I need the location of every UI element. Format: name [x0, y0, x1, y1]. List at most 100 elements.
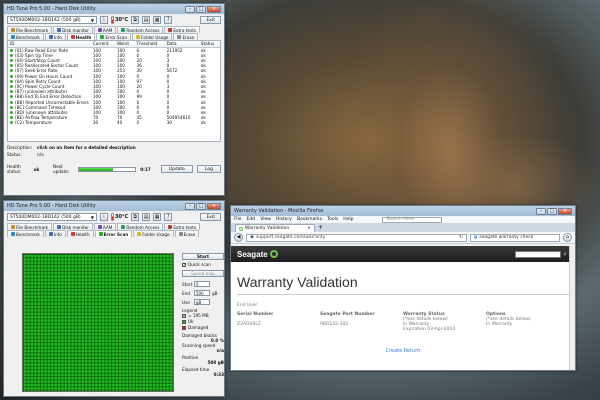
tab-health[interactable]: Health [66, 230, 94, 237]
menu-bar: File Edit View History Bookmarks Tools H… [231, 216, 575, 223]
scan-controls: Start ✓ Quick scan Speed map Start 0 End… [182, 253, 224, 377]
tab-aam[interactable]: AAM [93, 26, 117, 33]
help-icon[interactable]: ? [164, 16, 173, 24]
menu-tools[interactable]: Tools [327, 217, 338, 222]
menu-history[interactable]: History [276, 217, 292, 222]
end-field[interactable]: 500 [194, 290, 210, 296]
menu-file[interactable]: File [234, 217, 242, 222]
title-bar[interactable]: Warranty Validation - Mozilla Firefox – … [231, 206, 575, 216]
smart-table-panel[interactable]: ID Current Worst Threshold Data Status (… [7, 40, 221, 142]
table-row[interactable]: (C2) Temperature 30 40 0 30 ok [8, 120, 220, 125]
exit-button[interactable]: Exit [200, 16, 221, 24]
quick-scan-checkbox[interactable]: ✓ [182, 262, 186, 267]
back-icon[interactable]: ◀ [234, 233, 243, 242]
attribute-name: (C2) Temperature [15, 120, 52, 126]
end-unit: gB [212, 290, 218, 296]
log-button[interactable]: Log [196, 165, 222, 173]
minimize-button[interactable]: – [536, 207, 546, 215]
tab-error-scan[interactable]: Error Scan [96, 33, 132, 40]
minimize-button[interactable]: – [185, 5, 195, 13]
options-icon[interactable]: ▦ [153, 213, 162, 221]
close-button[interactable]: × [558, 207, 572, 215]
drive-select[interactable]: ST500DM002-1BD142 (500 gB) ▼ [7, 213, 97, 221]
start-button[interactable]: Start [182, 253, 224, 260]
update-button[interactable]: Update [160, 165, 193, 173]
status-ok-icon [10, 69, 13, 73]
use-select[interactable]: gB [194, 299, 210, 305]
tab-benchmark[interactable]: Benchmark [7, 33, 44, 40]
title-bar[interactable]: HD Tune Pro 5.00 - Hard Disk Utility – □… [4, 201, 224, 211]
save-icon[interactable]: ▤ [142, 16, 151, 24]
browser-tab[interactable]: Warranty Validation × [235, 224, 315, 232]
create-return-link[interactable]: Create Return [231, 348, 575, 354]
copy-icon[interactable]: ⧉ [131, 16, 140, 24]
tab-aam[interactable]: AAM [93, 223, 117, 230]
save-icon[interactable]: ▤ [142, 213, 151, 221]
hdtune-health-window: HD Tune Pro 5.00 - Hard Disk Utility – □… [3, 3, 225, 196]
exit-button[interactable]: Exit [200, 213, 221, 221]
tab-extra-tests[interactable]: Extra tests [164, 223, 201, 230]
tab-file-benchmark[interactable]: File Benchmark [7, 223, 53, 230]
site-search-box[interactable]: Search Here [382, 216, 443, 223]
browser-search-box[interactable]: g seagate warranty check [470, 233, 560, 242]
info-icon[interactable]: i [100, 16, 108, 24]
seagate-logo[interactable]: Seagate [237, 250, 278, 259]
tab-folder-usage[interactable]: Folder Usage [133, 230, 174, 237]
status-value: n/a [37, 152, 44, 157]
menu-bookmarks[interactable]: Bookmarks [297, 217, 322, 222]
close-button[interactable]: × [207, 202, 221, 210]
url-bar[interactable]: ◉ support.seagate.com/warranty ↻ [246, 233, 467, 242]
tab-erase[interactable]: Erase [174, 230, 200, 237]
tab-label: Health [75, 231, 90, 237]
tab-file-benchmark[interactable]: File Benchmark [7, 26, 53, 33]
tab-label: Disk monitor [62, 224, 89, 230]
tab-random-access[interactable]: Random Access [117, 26, 164, 33]
search-icon[interactable]: ⌕ [563, 250, 567, 259]
vertical-scrollbar[interactable] [569, 246, 575, 370]
legend-block-size: = 195 MB [188, 313, 209, 318]
use-label: Use [182, 299, 190, 305]
thermometer-icon [111, 16, 114, 24]
tab-random-access[interactable]: Random Access [117, 223, 164, 230]
drive-select[interactable]: ST500DM002-1BD142 (500 gB) ▼ [7, 16, 97, 24]
menu-help[interactable]: Help [343, 217, 353, 222]
info-tab-icon [48, 35, 53, 39]
tab-erase[interactable]: Erase [173, 33, 199, 40]
position-value: 500 gB [207, 360, 224, 365]
temperature-readout: 30°C [111, 16, 128, 24]
tab-extra-tests[interactable]: Extra tests [164, 26, 201, 33]
info-icon[interactable]: i [100, 213, 108, 221]
maximize-button[interactable]: □ [196, 5, 206, 13]
menu-view[interactable]: View [260, 217, 271, 222]
legend-block-swatch [182, 313, 186, 318]
tab-info[interactable]: Info [44, 230, 66, 237]
tab-disk-monitor[interactable]: Disk monitor [53, 26, 93, 33]
status-row: Status: n/a [4, 152, 224, 159]
tab-error-scan[interactable]: Error Scan [94, 230, 133, 237]
speed-map-button[interactable]: Speed map [182, 270, 224, 277]
tab-info[interactable]: Info [44, 33, 66, 40]
description-row: Description: click on an item for a deta… [4, 142, 224, 152]
copy-icon[interactable]: ⧉ [131, 213, 140, 221]
tab-row-1: File Benchmark Disk monitor AAM Random A… [4, 223, 224, 230]
minimize-button[interactable]: – [185, 202, 195, 210]
options-icon[interactable]: ▦ [153, 16, 162, 24]
tab-disk-monitor[interactable]: Disk monitor [53, 223, 93, 230]
tab-benchmark[interactable]: Benchmark [7, 230, 44, 237]
start-field[interactable]: 0 [194, 281, 210, 287]
tab-close-icon[interactable]: × [307, 226, 311, 231]
menu-edit[interactable]: Edit [247, 217, 256, 222]
help-icon[interactable]: ? [164, 213, 173, 221]
header-search-input[interactable] [515, 250, 562, 258]
maximize-button[interactable]: □ [196, 202, 206, 210]
tab-folder-usage[interactable]: Folder Usage [132, 33, 173, 40]
description-value: click on an item for a detailed descript… [37, 145, 136, 150]
new-tab-button[interactable]: + [315, 224, 326, 231]
maximize-button[interactable]: □ [547, 207, 557, 215]
tab-health[interactable]: Health [66, 33, 96, 40]
reload-icon[interactable]: ↻ [459, 235, 463, 240]
google-icon: g [474, 235, 478, 240]
close-button[interactable]: × [207, 5, 221, 13]
home-icon[interactable]: ⌂ [563, 233, 572, 242]
title-bar[interactable]: HD Tune Pro 5.00 - Hard Disk Utility – □… [4, 4, 224, 14]
